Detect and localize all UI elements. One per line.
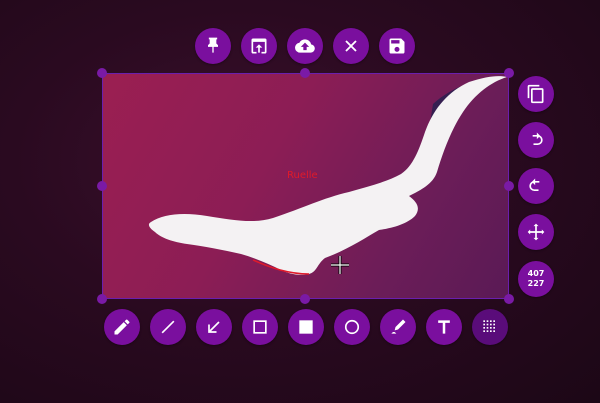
undo-button[interactable] (518, 168, 554, 204)
text-tool-button[interactable] (426, 309, 462, 345)
size-readout-button: 407 227 (518, 261, 554, 297)
move-button[interactable] (518, 214, 554, 250)
marker-icon (391, 319, 406, 334)
cloud-upload-button[interactable] (287, 28, 323, 64)
line-icon (161, 320, 175, 334)
circle-tool-button[interactable] (334, 309, 370, 345)
arrow-tool-button[interactable] (196, 309, 232, 345)
resize-handle-top-left[interactable] (97, 68, 107, 78)
resize-handle-right[interactable] (504, 181, 514, 191)
redo-button[interactable] (518, 122, 554, 158)
resize-handle-bottom-left[interactable] (97, 294, 107, 304)
pin-button[interactable] (195, 28, 231, 64)
circle-icon (344, 319, 360, 335)
move-icon (527, 223, 545, 241)
cloud-upload-icon (295, 39, 315, 53)
selection-region[interactable] (102, 73, 509, 299)
resize-handle-bottom-right[interactable] (504, 294, 514, 304)
selection-width: 407 (527, 269, 545, 278)
undo-icon (529, 178, 540, 191)
resize-handle-top-right[interactable] (504, 68, 514, 78)
copy-button[interactable] (518, 76, 554, 112)
pixelate-icon (483, 320, 495, 332)
marker-tool-button[interactable] (380, 309, 416, 345)
text-icon (438, 320, 450, 334)
redo-icon (532, 132, 543, 145)
rectangle-tool-button[interactable] (242, 309, 278, 345)
open-in-app-icon (251, 38, 267, 54)
close-icon (345, 40, 357, 52)
pencil-icon (114, 319, 130, 335)
line-tool-button[interactable] (150, 309, 186, 345)
pin-icon (208, 37, 218, 53)
otter-silhouette-image (148, 76, 508, 275)
save-icon (389, 38, 405, 54)
save-button[interactable] (379, 28, 415, 64)
crosshair-cursor-icon (331, 256, 349, 274)
pixelate-tool-button[interactable] (472, 309, 508, 345)
resize-handle-top[interactable] (300, 68, 310, 78)
resize-handle-bottom[interactable] (300, 294, 310, 304)
resize-handle-left[interactable] (97, 181, 107, 191)
filled-rectangle-tool-button[interactable] (288, 309, 324, 345)
arrow-icon (208, 321, 220, 333)
copy-icon (527, 84, 544, 104)
pencil-tool-button[interactable] (104, 309, 140, 345)
close-button[interactable] (333, 28, 369, 64)
rectangle-outline-icon (253, 320, 267, 334)
selection-label: Ruelle (287, 170, 318, 181)
open-in-app-button[interactable] (241, 28, 277, 64)
rectangle-filled-icon (299, 320, 313, 334)
selection-height: 227 (527, 279, 545, 288)
